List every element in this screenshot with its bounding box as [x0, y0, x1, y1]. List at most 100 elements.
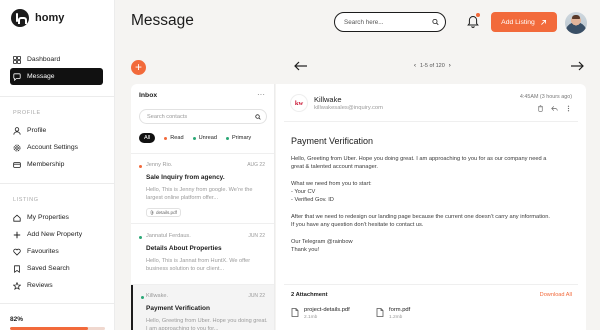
star-icon [13, 281, 21, 290]
sidebar-item-saved-search[interactable]: Saved Search [10, 260, 103, 277]
filter-label: Unread [198, 135, 217, 141]
pagination-text: 1-5 of 120 [420, 63, 445, 69]
listing-nav: LISTING My Properties Add New Property F… [10, 197, 103, 294]
divider [0, 183, 115, 184]
download-all-link[interactable]: Download All [540, 292, 572, 298]
list-item-selected[interactable]: Killwake. JUN 22 Payment Verification He… [131, 285, 274, 330]
sender-logo: kw [290, 94, 308, 112]
list-item[interactable]: Jenny Rio. AUG 22 Sale Inquiry from agen… [131, 162, 274, 220]
filter-unread[interactable]: Unread [192, 135, 217, 141]
mail-date: JUN 22 [248, 233, 265, 239]
divider [131, 223, 274, 224]
body-paragraph: After that we need to redesign our landi… [291, 214, 550, 229]
sidebar-item-label: Reviews [27, 282, 53, 289]
paperclip-icon [150, 210, 154, 215]
file-size: 1.2mb [389, 315, 403, 320]
mail-subject: Details About Properties [146, 245, 222, 252]
profile-completion: 82% [10, 316, 105, 330]
global-search[interactable] [334, 12, 446, 32]
attachment-file[interactable]: form.pdf 1.2mb [376, 307, 410, 320]
compose-button[interactable]: + [131, 60, 146, 75]
bookmark-icon [14, 264, 20, 273]
contacts-search-input[interactable] [147, 113, 255, 120]
user-icon [13, 126, 21, 135]
body-line: What we need from you to start: [291, 180, 372, 187]
main-nav: Dashboard Message [10, 51, 103, 85]
search-icon[interactable] [432, 18, 439, 26]
plus-icon: + [134, 60, 142, 74]
sidebar-item-account-settings[interactable]: Account Settings [10, 139, 103, 156]
attachment-file[interactable]: project-details.pdf 2.1mb [291, 307, 350, 320]
filter-primary[interactable]: Primary [225, 135, 252, 141]
message-subject: Payment Verification [291, 136, 374, 146]
message-actions [537, 105, 572, 112]
sidebar-item-favourites[interactable]: Favourites [10, 243, 103, 260]
sidebar-item-dashboard[interactable]: Dashboard [10, 51, 103, 68]
mail-preview: Hello, This is Jannat from HuntX. We off… [146, 258, 251, 272]
unread-dot [139, 236, 142, 239]
unread-dot [139, 165, 142, 168]
attachment-name: details.pdf [156, 210, 177, 215]
dot-icon [192, 136, 196, 140]
mail-date: JUN 22 [248, 293, 265, 299]
divider [284, 284, 578, 285]
filter-label: Primary [231, 135, 252, 141]
sidebar-item-membership[interactable]: Membership [10, 156, 103, 173]
sidebar-item-add-new-property[interactable]: Add New Property [10, 226, 103, 243]
sidebar-item-reviews[interactable]: Reviews [10, 277, 103, 294]
sidebar-item-my-properties[interactable]: My Properties [10, 209, 103, 226]
search-input[interactable] [344, 18, 432, 26]
inbox-panel: Inbox ··· All Read Unread Primary Jenny … [131, 84, 275, 330]
sender-name: Killwake [314, 95, 342, 104]
sidebar-item-message[interactable]: Message [10, 68, 103, 85]
chevron-right-icon[interactable]: › [449, 63, 451, 69]
section-label-listing: LISTING [13, 197, 39, 203]
heart-icon [13, 248, 21, 256]
plus-icon [13, 231, 21, 238]
list-item[interactable]: Jannatul Ferdaus. JUN 22 Details About P… [131, 233, 274, 273]
sidebar: homy Dashboard Message PROFILE Profile A… [0, 0, 115, 330]
body-line: - Your CV [291, 189, 316, 196]
trash-icon[interactable] [537, 105, 544, 112]
sidebar-item-label: Account Settings [27, 144, 79, 151]
chevron-left-icon[interactable]: ‹ [414, 63, 416, 69]
add-listing-label: Add Listing [501, 18, 535, 26]
home-icon [13, 214, 21, 222]
notification-dot [476, 13, 480, 17]
search-icon[interactable] [255, 113, 261, 120]
kebab-menu-icon[interactable] [565, 105, 572, 112]
add-listing-button[interactable]: Add Listing [491, 12, 557, 32]
arrow-right-icon[interactable] [570, 61, 584, 71]
profile-nav: PROFILE Profile Account Settings Members… [10, 110, 103, 173]
dot-icon [225, 136, 229, 140]
inbox-filters: All Read Unread Primary [139, 133, 251, 143]
divider [0, 96, 115, 97]
arrow-left-icon[interactable] [294, 61, 308, 71]
sidebar-item-label: Profile [27, 127, 47, 134]
sidebar-item-label: Message [27, 73, 55, 80]
unread-dot [141, 296, 144, 299]
settings-icon [13, 144, 21, 151]
file-icon [376, 308, 384, 317]
user-avatar[interactable] [565, 12, 587, 34]
dot-icon [164, 136, 168, 140]
filter-all[interactable]: All [139, 133, 156, 143]
file-name: form.pdf [389, 307, 411, 313]
logo-icon [11, 9, 29, 27]
sidebar-item-label: Dashboard [27, 56, 61, 63]
app-logo[interactable]: homy [11, 9, 64, 27]
inbox-title: Inbox [139, 92, 158, 99]
divider [0, 303, 115, 304]
contacts-search[interactable] [139, 109, 267, 124]
filter-read[interactable]: Read [164, 135, 184, 141]
sidebar-item-label: Saved Search [27, 265, 70, 272]
reply-icon[interactable] [551, 105, 558, 112]
chat-icon [13, 72, 21, 81]
page-title: Message [131, 12, 194, 29]
more-icon[interactable]: ··· [257, 90, 265, 99]
mail-subject: Sale Inquiry from agency. [146, 174, 225, 181]
progress-label: 82% [10, 316, 24, 323]
attachment-chip[interactable]: details.pdf [146, 208, 181, 217]
pagination: ‹ 1-5 of 120 › [414, 63, 451, 69]
sidebar-item-profile[interactable]: Profile [10, 122, 103, 139]
